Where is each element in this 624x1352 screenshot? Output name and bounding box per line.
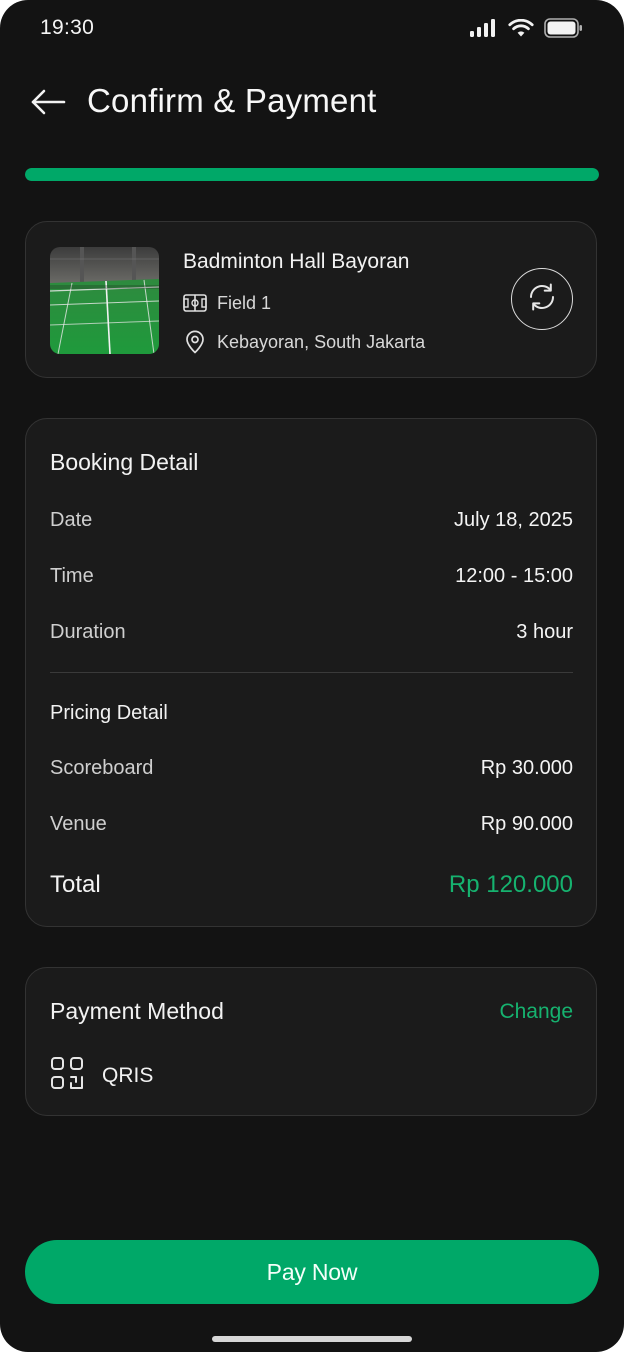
price-row-scoreboard: Scoreboard Rp 30.000	[50, 757, 573, 780]
venue-field: Field 1	[183, 291, 271, 315]
payment-method-title: Payment Method	[50, 998, 224, 1024]
back-button[interactable]	[28, 86, 68, 122]
qr-code-icon	[50, 1056, 84, 1096]
status-icons	[470, 18, 584, 43]
header: Confirm & Payment	[0, 80, 624, 128]
divider	[50, 672, 573, 673]
booking-detail-title: Booking Detail	[50, 449, 199, 475]
screen: 19:30 Confirm & Payment Badminton Hall B…	[0, 0, 624, 1352]
price-value: Rp 90.000	[480, 813, 573, 835]
location-pin-icon	[183, 330, 207, 354]
refresh-icon	[525, 280, 559, 319]
total-value: Rp 120.000	[448, 871, 573, 898]
detail-label: Date	[50, 509, 93, 531]
home-indicator	[212, 1336, 412, 1342]
detail-label: Time	[50, 565, 94, 587]
status-time: 19:30	[40, 16, 95, 39]
court-icon	[183, 291, 207, 315]
signal-icon	[470, 19, 498, 42]
status-bar: 19:30	[0, 0, 624, 58]
price-value: Rp 30.000	[480, 757, 573, 779]
detail-row-duration: Duration 3 hour	[50, 621, 573, 644]
pay-now-button[interactable]: Pay Now	[25, 1240, 599, 1304]
page-title: Confirm & Payment	[87, 82, 377, 119]
price-label: Venue	[50, 813, 107, 835]
price-label: Scoreboard	[50, 757, 154, 779]
total-row: Total Rp 120.000	[50, 871, 573, 899]
change-payment-link[interactable]: Change	[499, 1000, 573, 1024]
total-label: Total	[50, 871, 101, 898]
wifi-icon	[508, 18, 534, 43]
price-row-venue: Venue Rp 90.000	[50, 813, 573, 836]
payment-method-card: Payment Method Change QRIS	[25, 967, 597, 1116]
payment-method-name: QRIS	[102, 1064, 154, 1087]
venue-name: Badminton Hall Bayoran	[183, 250, 410, 273]
refresh-button[interactable]	[511, 268, 573, 330]
venue-thumbnail	[50, 247, 159, 354]
detail-value: 3 hour	[516, 621, 573, 643]
venue-card[interactable]: Badminton Hall Bayoran Field 1 Kebayoran…	[25, 221, 597, 378]
detail-row-time: Time 12:00 - 15:00	[50, 565, 573, 588]
detail-value: 12:00 - 15:00	[455, 565, 573, 587]
progress-bar	[25, 168, 599, 181]
arrow-left-icon	[30, 88, 66, 121]
battery-icon	[544, 18, 584, 43]
detail-row-date: Date July 18, 2025	[50, 509, 573, 532]
pricing-detail-title: Pricing Detail	[50, 702, 168, 724]
venue-location-label: Kebayoran, South Jakarta	[217, 331, 426, 352]
detail-value: July 18, 2025	[454, 509, 573, 531]
venue-field-label: Field 1	[217, 292, 272, 313]
venue-location: Kebayoran, South Jakarta	[183, 330, 425, 354]
payment-method-selected: QRIS	[50, 1056, 153, 1096]
detail-label: Duration	[50, 621, 126, 643]
booking-detail-card: Booking Detail Date July 18, 2025 Time 1…	[25, 418, 597, 927]
progress-fill	[25, 168, 599, 181]
